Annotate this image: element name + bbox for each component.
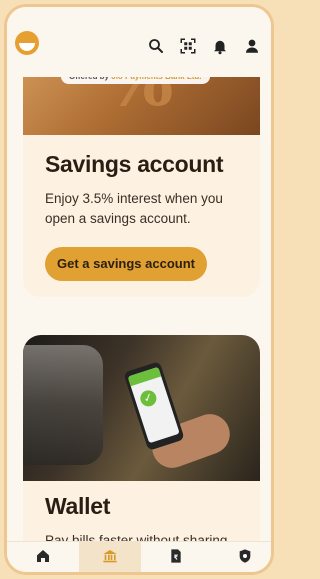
coffee-machine-graphic xyxy=(23,345,103,465)
jio-logo-icon[interactable] xyxy=(15,31,39,55)
top-bar xyxy=(7,7,271,77)
qr-scan-icon[interactable] xyxy=(179,37,197,55)
savings-hero-image: % Offered by Jio Payments Bank Ltd. xyxy=(23,67,260,135)
profile-icon[interactable] xyxy=(243,37,261,55)
document-icon[interactable]: ₹ xyxy=(167,547,185,565)
home-icon[interactable] xyxy=(34,547,52,565)
savings-description: Enjoy 3.5% interest when you open a savi… xyxy=(45,191,223,226)
wallet-title: Wallet xyxy=(45,493,111,519)
savings-card[interactable]: % Offered by Jio Payments Bank Ltd. Savi… xyxy=(23,67,260,297)
get-savings-account-button[interactable]: Get a savings account xyxy=(45,247,207,281)
phone-graphic: ✓ xyxy=(123,361,185,451)
feed[interactable]: % Offered by Jio Payments Bank Ltd. Savi… xyxy=(7,67,271,545)
wallet-hero-image: ✓ xyxy=(23,335,260,481)
shield-icon[interactable] xyxy=(236,547,254,565)
bottom-nav: ₹ xyxy=(7,541,271,572)
svg-text:₹: ₹ xyxy=(174,553,179,561)
search-icon[interactable] xyxy=(147,37,165,55)
app-screen: % Offered by Jio Payments Bank Ltd. Savi… xyxy=(4,4,274,575)
wallet-card[interactable]: ✓ Wallet Pay bills faster without sharin… xyxy=(23,335,260,545)
bell-icon[interactable] xyxy=(211,37,229,55)
bank-icon[interactable] xyxy=(101,547,119,565)
savings-title: Savings account xyxy=(45,151,224,177)
